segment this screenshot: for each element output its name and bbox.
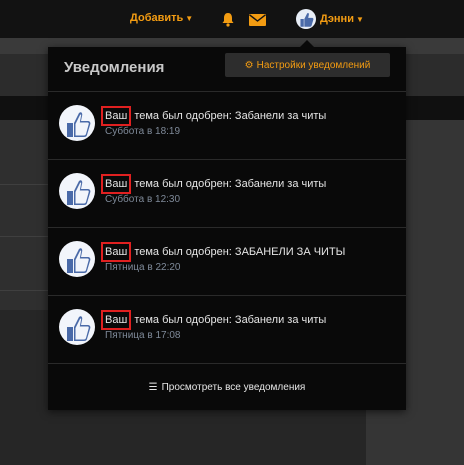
notification-message: тема был одобрен: Забанели за читы [131,110,327,122]
notification-settings-button[interactable]: ⚙ Настройки уведомлений [225,53,390,77]
notification-message: тема был одобрен: Забанели за читы [131,314,327,326]
notification-time: Суббота в 18:19 [105,126,181,137]
notification-text: Ваш тема был одобрен: Забанели за читы [101,174,327,194]
notification-item[interactable]: Ваш тема был одобрен: ЗАБАНЕЛИ ЗА ЧИТЫ П… [48,228,406,296]
notification-text: Ваш тема был одобрен: ЗАБАНЕЛИ ЗА ЧИТЫ [101,242,346,262]
notification-time: Пятница в 17:08 [105,330,181,341]
notification-time: Суббота в 12:30 [105,194,181,205]
list-icon: ☰ [148,382,158,393]
notification-list: Ваш тема был одобрен: Забанели за читы С… [48,92,406,364]
top-navbar: Добавить ▼ Дэнни ▼ [0,0,464,38]
view-all-notifications-link[interactable]: ☰ Просмотреть все уведомления [48,365,406,410]
envelope-icon[interactable] [249,14,266,26]
user-menu-button[interactable]: Дэнни ▼ [296,9,364,29]
notification-time: Пятница в 22:20 [105,262,181,273]
thumbs-up-icon [59,105,95,141]
username-label: Дэнни [320,13,354,25]
view-all-label: Просмотреть все уведомления [161,382,306,393]
thumbs-up-icon [59,309,95,345]
highlight-box: Ваш [101,106,132,126]
notifications-dropdown: Уведомления ⚙ Настройки уведомлений Ваш … [48,40,406,410]
caret-down-icon: ▼ [355,14,364,24]
notification-item[interactable]: Ваш тема был одобрен: Забанели за читы П… [48,296,406,364]
thumbs-up-icon [59,173,95,209]
notification-item[interactable]: Ваш тема был одобрен: Забанели за читы С… [48,92,406,160]
bell-icon[interactable] [221,12,235,27]
notification-settings-label: Настройки уведомлений [256,59,371,71]
caret-down-icon: ▼ [185,14,194,23]
notification-message: тема был одобрен: ЗАБАНЕЛИ ЗА ЧИТЫ [131,246,346,258]
gear-icon: ⚙ [244,59,254,71]
add-menu-button[interactable]: Добавить ▼ [130,12,193,24]
notification-item[interactable]: Ваш тема был одобрен: Забанели за читы С… [48,160,406,228]
add-menu-label: Добавить [130,12,184,24]
notification-text: Ваш тема был одобрен: Забанели за читы [101,106,327,126]
notification-text: Ваш тема был одобрен: Забанели за читы [101,310,327,330]
highlight-box: Ваш [101,310,132,330]
highlight-box: Ваш [101,242,132,262]
dropdown-title: Уведомления [64,59,165,76]
notification-message: тема был одобрен: Забанели за читы [131,178,327,190]
avatar [296,9,316,29]
highlight-box: Ваш [101,174,132,194]
dropdown-header: Уведомления ⚙ Настройки уведомлений [48,47,406,92]
thumbs-up-icon [59,241,95,277]
dropdown-arrow [300,40,314,47]
